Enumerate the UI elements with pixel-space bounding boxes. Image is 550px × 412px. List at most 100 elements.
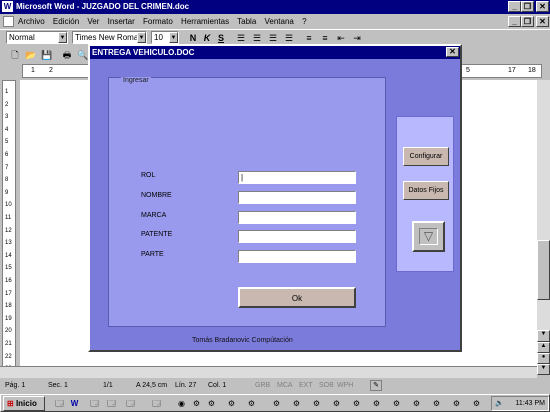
print-icon[interactable]: 🖶 bbox=[60, 48, 74, 62]
marca-input[interactable] bbox=[238, 211, 356, 224]
vertical-ruler-number: 21 bbox=[5, 341, 12, 347]
tray-icon[interactable]: ⚙ bbox=[411, 398, 422, 409]
numbering-icon[interactable]: ≡ bbox=[302, 31, 316, 45]
scroll-down-arrow[interactable]: ▼ bbox=[537, 330, 550, 342]
bold-button[interactable]: N bbox=[186, 31, 200, 45]
doc-restore-button[interactable]: ❐ bbox=[521, 16, 534, 27]
vertical-ruler-number: 22 bbox=[5, 353, 12, 360]
menu-help[interactable]: ? bbox=[302, 17, 306, 26]
quicklaunch-icon[interactable]: 🗔 bbox=[54, 398, 65, 409]
spelling-icon[interactable]: ✎ bbox=[370, 380, 382, 391]
tray-icon[interactable]: ⚙ bbox=[431, 398, 442, 409]
style-select[interactable]: Normal ▼ bbox=[6, 31, 68, 44]
vertical-ruler-number: 9 bbox=[5, 189, 9, 196]
menu-ver[interactable]: Ver bbox=[87, 17, 99, 26]
tray-icon[interactable]: ⚙ bbox=[246, 398, 257, 409]
quicklaunch-icon[interactable]: 🗔 bbox=[125, 398, 136, 409]
align-right-icon[interactable]: ☰ bbox=[266, 31, 280, 45]
tray-icon[interactable]: ⚙ bbox=[331, 398, 342, 409]
status-indicator[interactable]: MCA bbox=[277, 379, 293, 392]
size-select[interactable]: 10 ▼ bbox=[151, 31, 179, 44]
field-label-parte: PARTE bbox=[141, 251, 164, 258]
bullets-icon[interactable]: ≡ bbox=[318, 31, 332, 45]
tray-icon[interactable]: ⚙ bbox=[191, 398, 202, 409]
maximize-button[interactable]: ❐ bbox=[521, 1, 534, 12]
status-indicator[interactable]: WPH bbox=[337, 379, 353, 392]
browse-object-button[interactable]: ● bbox=[537, 353, 550, 364]
tray-icon[interactable]: ⚙ bbox=[271, 398, 282, 409]
status-indicator[interactable]: SOB bbox=[319, 379, 334, 392]
filter-button[interactable]: ▽ bbox=[412, 221, 445, 252]
status-indicator[interactable]: GRB bbox=[255, 379, 270, 392]
configurar-button[interactable]: Configurar bbox=[403, 147, 449, 166]
tray-icon[interactable]: ⚙ bbox=[471, 398, 482, 409]
ruler-number: 1 bbox=[31, 67, 35, 74]
scroll-thumb[interactable] bbox=[537, 240, 550, 300]
start-button[interactable]: ⊞ Inicio bbox=[3, 396, 45, 411]
quicklaunch-icon[interactable]: 🗔 bbox=[151, 398, 162, 409]
tray-icon[interactable]: ⚙ bbox=[206, 398, 217, 409]
new-document-icon[interactable]: 🗋 bbox=[8, 48, 22, 62]
word-title-bar[interactable]: W Microsoft Word - JUZGADO DEL CRIMEN.do… bbox=[0, 0, 550, 14]
doc-icon[interactable] bbox=[3, 16, 14, 27]
chevron-down-icon[interactable]: ▼ bbox=[58, 32, 67, 43]
word-taskbar-icon[interactable]: W bbox=[69, 398, 80, 409]
tray-icon[interactable]: ⚙ bbox=[351, 398, 362, 409]
open-folder-icon[interactable]: 📂 bbox=[24, 48, 38, 62]
underline-button[interactable]: S bbox=[214, 31, 228, 45]
menu-formato[interactable]: Formato bbox=[143, 17, 173, 26]
quicklaunch-icon[interactable]: 🗔 bbox=[89, 398, 100, 409]
dialog-close-button[interactable]: ✕ bbox=[446, 47, 459, 57]
formatting-toolbar: Normal ▼ Times New Roman ▼ 10 ▼ N K S ☰ … bbox=[0, 29, 550, 45]
tray-icon[interactable]: ⚙ bbox=[311, 398, 322, 409]
vertical-scrollbar[interactable]: ▼ ▲ ● ▼ bbox=[537, 80, 550, 375]
tray-icon[interactable]: ⚙ bbox=[291, 398, 302, 409]
status-line: Lín. 27 bbox=[175, 382, 197, 389]
decrease-indent-icon[interactable]: ⇤ bbox=[334, 31, 348, 45]
nombre-input[interactable] bbox=[238, 191, 356, 204]
patente-input[interactable] bbox=[238, 230, 356, 243]
italic-button[interactable]: K bbox=[200, 31, 214, 45]
menu-edicion[interactable]: Edición bbox=[53, 17, 79, 26]
menu-archivo[interactable]: Archivo bbox=[18, 17, 45, 26]
justify-icon[interactable]: ☰ bbox=[282, 31, 296, 45]
doc-minimize-button[interactable]: _ bbox=[508, 16, 521, 27]
align-center-icon[interactable]: ☰ bbox=[250, 31, 264, 45]
quicklaunch-icon[interactable]: 🗔 bbox=[106, 398, 117, 409]
field-label-patente: PATENTE bbox=[141, 231, 173, 238]
parte-input[interactable] bbox=[238, 250, 356, 263]
tray-icon[interactable]: ⚙ bbox=[451, 398, 462, 409]
status-indicator[interactable]: EXT bbox=[299, 379, 313, 392]
datos-fijos-button[interactable]: Datos Fijos bbox=[403, 181, 449, 200]
menu-tabla[interactable]: Tabla bbox=[237, 17, 256, 26]
close-button[interactable]: ✕ bbox=[536, 1, 549, 12]
vertical-ruler-number: 15 bbox=[5, 265, 12, 272]
menu-ventana[interactable]: Ventana bbox=[265, 17, 294, 26]
status-section: Sec. 1 bbox=[48, 382, 68, 389]
size-value: 10 bbox=[154, 33, 163, 42]
chevron-down-icon[interactable]: ▼ bbox=[169, 32, 178, 43]
next-page-button[interactable]: ▼ bbox=[537, 364, 550, 375]
horizontal-scrollbar[interactable] bbox=[0, 366, 537, 378]
font-select[interactable]: Times New Roman ▼ bbox=[72, 31, 147, 44]
tray-icon[interactable]: ◉ bbox=[176, 398, 187, 409]
menu-insertar[interactable]: Insertar bbox=[108, 17, 135, 26]
speaker-icon[interactable]: 🔈 bbox=[492, 400, 504, 407]
tray-icon[interactable]: ⚙ bbox=[371, 398, 382, 409]
save-icon[interactable]: 💾 bbox=[40, 48, 54, 62]
minimize-button[interactable]: _ bbox=[508, 1, 521, 12]
tray-icon[interactable]: ⚙ bbox=[226, 398, 237, 409]
clock: 11:43 PM bbox=[515, 400, 545, 407]
doc-close-button[interactable]: ✕ bbox=[536, 16, 549, 27]
increase-indent-icon[interactable]: ⇥ bbox=[350, 31, 364, 45]
word-app-icon[interactable]: W bbox=[2, 1, 13, 12]
chevron-down-icon[interactable]: ▼ bbox=[137, 32, 146, 43]
field-label-nombre: NOMBRE bbox=[141, 192, 172, 199]
align-left-icon[interactable]: ☰ bbox=[234, 31, 248, 45]
ok-button[interactable]: Ok bbox=[238, 287, 356, 308]
dialog-title-bar[interactable]: ENTREGA VEHICULO.DOC ✕ bbox=[90, 46, 460, 59]
rol-input[interactable]: | bbox=[238, 171, 356, 184]
prev-page-button[interactable]: ▲ bbox=[537, 342, 550, 353]
menu-herramientas[interactable]: Herramientas bbox=[181, 17, 229, 26]
tray-icon[interactable]: ⚙ bbox=[391, 398, 402, 409]
